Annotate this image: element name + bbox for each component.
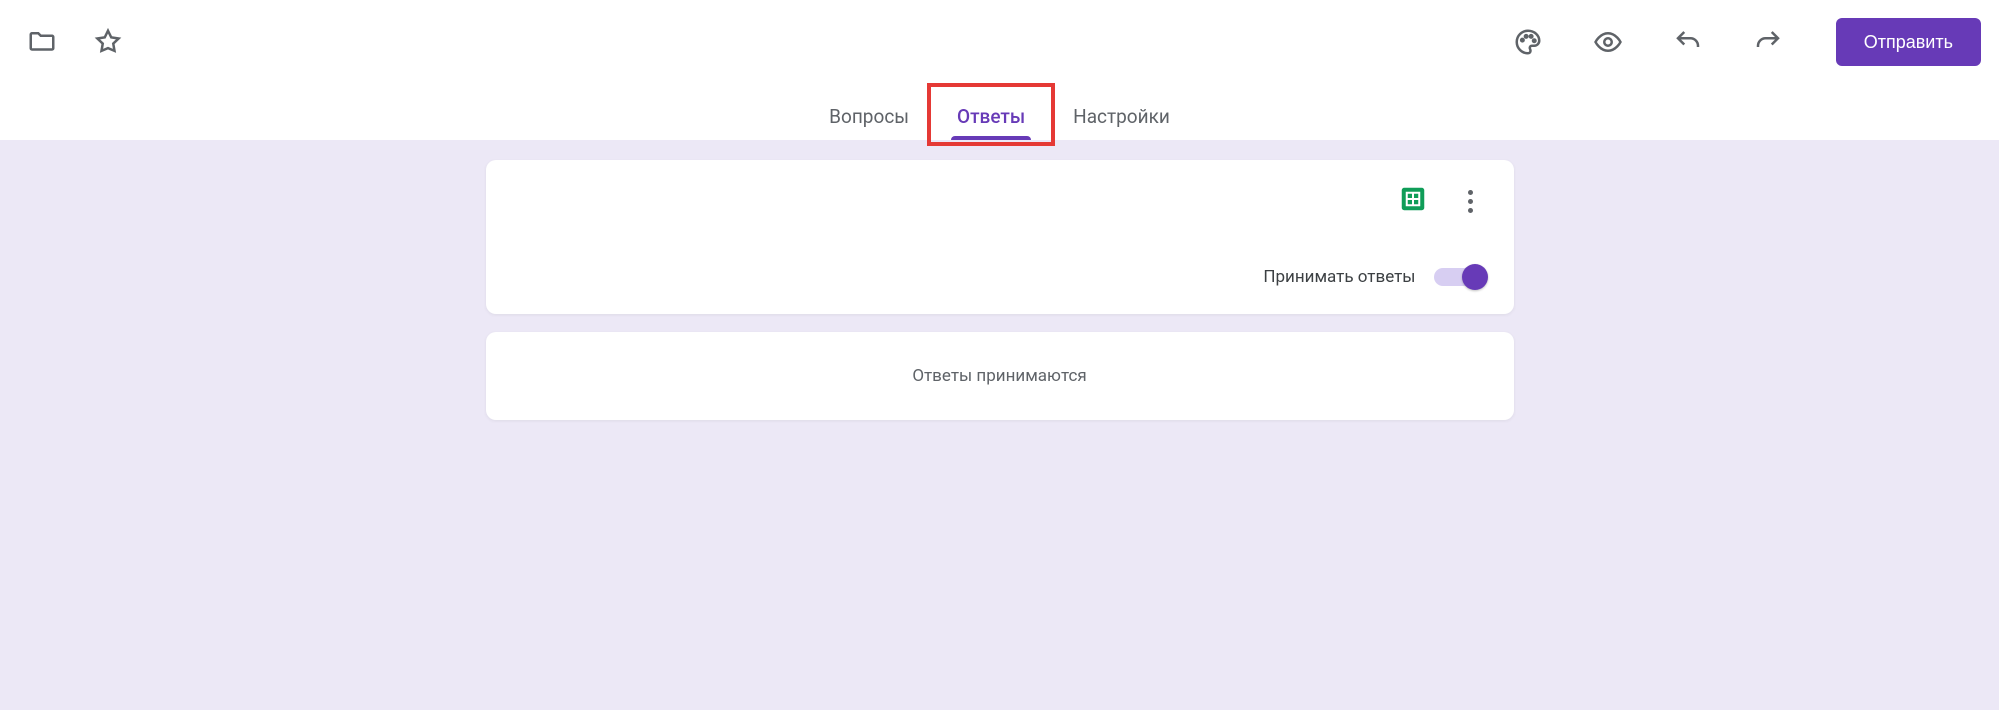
app-header: Отправить [0,0,1999,84]
accept-responses-label: Принимать ответы [1263,267,1415,287]
undo-icon[interactable] [1664,18,1712,66]
more-icon[interactable] [1456,186,1486,216]
folder-icon[interactable] [18,18,66,66]
header-left [14,18,132,66]
responses-status-card: Ответы принимаются [486,332,1514,420]
tabs: Вопросы Ответы Настройки [0,84,1999,140]
tab-questions[interactable]: Вопросы [805,107,933,140]
palette-icon[interactable] [1504,18,1552,66]
tab-responses[interactable]: Ответы [933,107,1049,140]
header-right: Отправить [1504,18,1981,66]
tab-settings[interactable]: Настройки [1049,107,1194,140]
send-button[interactable]: Отправить [1836,18,1981,66]
redo-icon[interactable] [1744,18,1792,66]
accept-responses-toggle[interactable] [1434,264,1486,290]
star-icon[interactable] [84,18,132,66]
page-body: Принимать ответы Ответы принимаются [0,140,1999,710]
preview-icon[interactable] [1584,18,1632,66]
responses-controls-card: Принимать ответы [486,160,1514,314]
sheets-icon[interactable] [1398,184,1428,218]
